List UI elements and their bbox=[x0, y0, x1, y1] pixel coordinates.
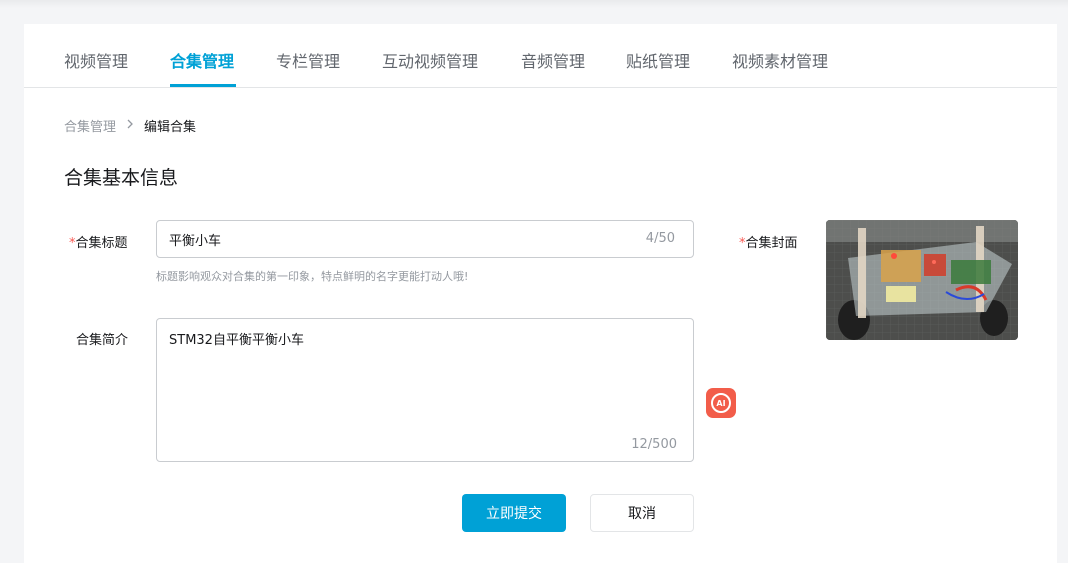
tab-sticker[interactable]: 贴纸管理 bbox=[626, 48, 690, 72]
breadcrumb-chevron-icon bbox=[126, 118, 134, 133]
tab-collection[interactable]: 合集管理 bbox=[170, 48, 234, 72]
cancel-button[interactable]: 取消 bbox=[590, 494, 694, 532]
tab-interactive-video[interactable]: 互动视频管理 bbox=[382, 48, 478, 72]
breadcrumb: 合集管理 编辑合集 bbox=[64, 116, 196, 135]
intro-char-counter: 12/500 bbox=[631, 437, 677, 452]
cover-field-label: *合集封面 bbox=[739, 236, 798, 251]
title-input-box[interactable]: 4/50 bbox=[156, 220, 694, 258]
tab-audio[interactable]: 音频管理 bbox=[521, 48, 585, 72]
active-tab-indicator bbox=[170, 84, 236, 87]
intro-textarea-box[interactable]: STM32自平衡平衡小车 12/500 bbox=[156, 318, 694, 462]
title-input[interactable] bbox=[169, 221, 629, 257]
title-field-label: *合集标题 bbox=[69, 236, 128, 251]
intro-textarea[interactable]: STM32自平衡平衡小车 bbox=[169, 329, 679, 429]
section-title: 合集基本信息 bbox=[64, 167, 179, 189]
cover-image[interactable] bbox=[826, 220, 1018, 340]
ai-assist-button[interactable]: AI bbox=[706, 388, 736, 418]
breadcrumb-parent-link[interactable]: 合集管理 bbox=[64, 116, 116, 135]
tab-bar: 视频管理 合集管理 专栏管理 互动视频管理 音频管理 贴纸管理 视频素材管理 bbox=[24, 24, 1057, 88]
content-card: 视频管理 合集管理 专栏管理 互动视频管理 音频管理 贴纸管理 视频素材管理 合… bbox=[24, 24, 1057, 563]
ai-icon: AI bbox=[711, 393, 731, 413]
breadcrumb-current: 编辑合集 bbox=[144, 120, 197, 135]
tab-video[interactable]: 视频管理 bbox=[64, 48, 128, 72]
cover-image-illustration bbox=[826, 220, 1018, 340]
title-hint: 标题影响观众对合集的第一印象，特点鲜明的名字更能打动人哦! bbox=[156, 270, 469, 283]
submit-button[interactable]: 立即提交 bbox=[462, 494, 566, 532]
title-char-counter: 4/50 bbox=[645, 231, 675, 246]
top-shadow bbox=[0, 0, 1068, 8]
tab-column[interactable]: 专栏管理 bbox=[276, 48, 340, 72]
intro-field-label: 合集简介 bbox=[76, 333, 129, 348]
tab-video-material[interactable]: 视频素材管理 bbox=[732, 48, 828, 72]
